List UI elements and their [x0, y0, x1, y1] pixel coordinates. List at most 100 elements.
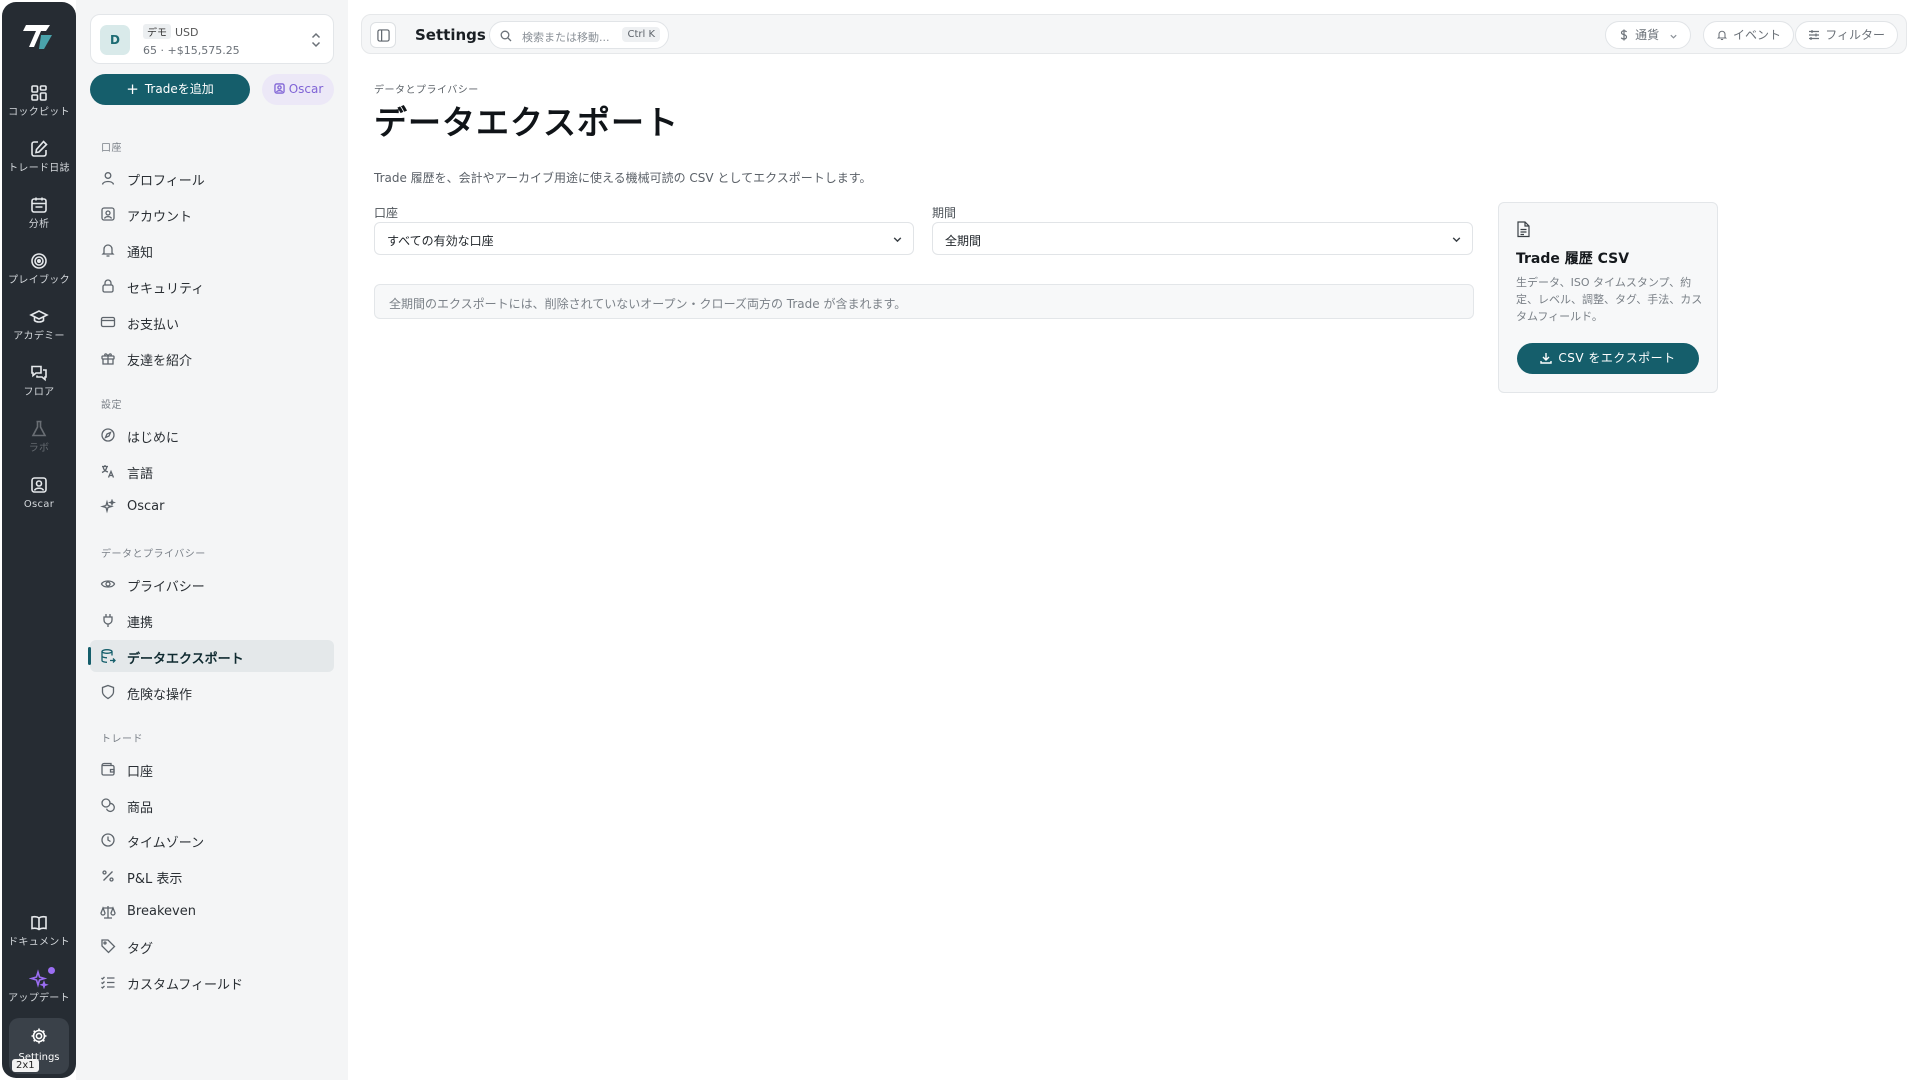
rail-item-lab[interactable]: ラボ: [2, 419, 76, 471]
gear-icon: [31, 1028, 47, 1044]
oscar-button-label: Oscar: [288, 82, 324, 96]
card-title: Trade 履歴 CSV: [1516, 251, 1630, 267]
sidebar-item-label: P&L 表示: [127, 872, 183, 887]
sidebar-item-label: データエクスポート: [127, 652, 244, 667]
sidebar-item-language[interactable]: 言語: [90, 455, 334, 487]
rail-item-cockpit[interactable]: コックピット: [2, 83, 76, 135]
sidebar-item-label: Oscar: [127, 499, 165, 514]
sidebar-item-label: 友達を紹介: [127, 354, 193, 369]
scale-icon: [100, 906, 116, 919]
sidebar-item-pnl-display[interactable]: P&L 表示: [90, 860, 334, 892]
events-label: イベント: [1732, 28, 1781, 42]
sidebar-item-timezone[interactable]: タイムゾーン: [90, 824, 334, 856]
rail-label: トレード日誌: [8, 163, 70, 174]
chevron-down-icon: [1670, 34, 1677, 39]
account-switcher[interactable]: D デモ USD 65 · +$15,575.25: [90, 14, 334, 64]
rail-item-oscar[interactable]: Oscar: [2, 475, 76, 527]
database-export-icon: [101, 649, 116, 663]
rail-label: フロア: [23, 387, 55, 398]
currency-label: 通貨: [1635, 28, 1660, 42]
rail-item-floor[interactable]: フロア: [2, 363, 76, 415]
search-icon: [500, 30, 512, 42]
page-title: データエクスポート: [374, 103, 680, 142]
events-button[interactable]: イベント: [1702, 21, 1794, 49]
sidebar-item-breakeven[interactable]: Breakeven: [90, 896, 334, 928]
sidebar-item-label: セキュリティ: [127, 282, 205, 297]
rail-item-playbook[interactable]: プレイブック: [2, 251, 76, 303]
gift-icon: [101, 353, 115, 365]
sidebar-item-danger-zone[interactable]: 危険な操作: [90, 676, 334, 708]
wallet-icon: [101, 762, 115, 776]
sidebar-item-label: タグ: [127, 942, 154, 957]
account-field-label: 口座: [374, 206, 399, 220]
sparkle-icon: [29, 969, 49, 989]
rail-item-academy[interactable]: アカデミー: [2, 307, 76, 359]
user-icon: [101, 172, 115, 185]
sidebar-item-label: 連携: [127, 616, 154, 631]
sidebar-item-label: アカウント: [127, 210, 193, 225]
rail-label: アップデート: [8, 993, 70, 1004]
sidebar-item-label: 通知: [127, 246, 154, 261]
sliders-icon: [1809, 30, 1820, 40]
calendar-icon: [31, 197, 47, 213]
section-heading-preferences: 設定: [101, 400, 122, 411]
sidebar-item-accounts[interactable]: 口座: [90, 753, 334, 785]
breadcrumb: データとプライバシー: [374, 85, 479, 96]
sidebar-item-referral[interactable]: 友達を紹介: [90, 342, 334, 374]
sidebar-item-data-export[interactable]: データエクスポート: [90, 640, 334, 672]
sidebar-item-custom-fields[interactable]: カスタムフィールド: [90, 966, 334, 998]
rail-item-updates[interactable]: アップデート: [2, 967, 76, 1021]
bell-icon: [101, 244, 115, 257]
sidebar-item-label: タイムゾーン: [127, 836, 205, 851]
oscar-portrait-icon: [274, 83, 285, 94]
currency-dropdown[interactable]: 通貨: [1605, 21, 1691, 49]
filters-label: フィルター: [1825, 28, 1885, 42]
plus-icon: +: [126, 80, 139, 98]
sidebar-toggle-button[interactable]: [370, 22, 396, 48]
journal-edit-icon: [31, 140, 48, 157]
oscar-button[interactable]: Oscar: [262, 74, 334, 105]
period-select-value: 全期間: [945, 234, 982, 248]
book-icon: [31, 915, 47, 931]
eye-icon: [100, 580, 116, 588]
sidebar-item-account[interactable]: アカウント: [90, 198, 334, 230]
target-icon: [31, 253, 47, 269]
rail-label: プレイブック: [8, 275, 70, 286]
sidebar-item-tags[interactable]: タグ: [90, 930, 334, 962]
rail-label: 分析: [28, 219, 50, 230]
period-select[interactable]: 全期間: [932, 222, 1473, 255]
sidebar-item-integrations[interactable]: 連携: [90, 604, 334, 636]
compass-icon: [101, 428, 115, 442]
export-csv-button[interactable]: CSV をエクスポート: [1517, 343, 1699, 374]
rail-item-docs[interactable]: ドキュメント: [2, 913, 76, 965]
bell-icon: [1716, 30, 1728, 41]
file-text-icon: [1517, 221, 1530, 238]
sparkles-icon: [100, 499, 116, 514]
sidebar-item-privacy[interactable]: プライバシー: [90, 568, 334, 600]
account-select[interactable]: すべての有効な口座: [374, 222, 914, 255]
dashboard-grid-icon: [31, 85, 47, 101]
filters-button[interactable]: フィルター: [1795, 21, 1898, 49]
sidebar-item-label: カスタムフィールド: [127, 978, 243, 993]
add-trade-button[interactable]: + Tradeを追加: [90, 74, 250, 105]
sidebar-item-profile[interactable]: プロフィール: [90, 162, 334, 194]
section-heading-account: 口座: [101, 143, 122, 154]
sidebar-item-instruments[interactable]: 商品: [90, 789, 334, 821]
account-mode-badge: デモ: [143, 24, 171, 39]
sidebar-item-oscar[interactable]: Oscar: [90, 491, 334, 523]
sidebar-item-label: 口座: [127, 765, 154, 780]
sidebar-item-label: 言語: [127, 467, 154, 482]
sidebar-item-label: お支払い: [127, 318, 180, 333]
sidebar-item-getting-started[interactable]: はじめに: [90, 419, 334, 451]
app-logo-icon[interactable]: [21, 18, 57, 54]
rail-item-analytics[interactable]: 分析: [2, 195, 76, 247]
layout-badge: 2x1: [12, 1059, 39, 1072]
sidebar-item-notifications[interactable]: 通知: [90, 234, 334, 266]
rail-item-journal[interactable]: トレード日誌: [2, 139, 76, 191]
export-csv-label: CSV をエクスポート: [1558, 351, 1676, 365]
search-input[interactable]: 検索または移動... Ctrl K: [489, 21, 669, 49]
chat-bubbles-icon: [31, 365, 47, 382]
sidebar-item-billing[interactable]: お支払い: [90, 306, 334, 338]
sidebar-item-security[interactable]: セキュリティ: [90, 270, 334, 302]
flask-icon: [31, 420, 47, 437]
